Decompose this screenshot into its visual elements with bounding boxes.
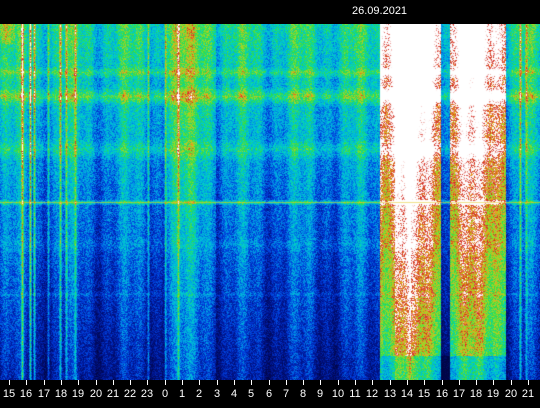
hour-label: 17 — [452, 388, 466, 400]
hour-label: 20 — [504, 388, 518, 400]
hour-tick — [511, 380, 512, 385]
hour-label: 6 — [265, 388, 273, 400]
hour-label: 22 — [123, 388, 137, 400]
hour-tick — [286, 380, 287, 385]
hour-tick — [234, 380, 235, 385]
hour-tick — [199, 380, 200, 385]
hour-label: 2 — [195, 388, 203, 400]
hour-label: 14 — [400, 388, 414, 400]
hour-tick — [9, 380, 10, 385]
hour-tick — [493, 380, 494, 385]
hour-tick — [407, 380, 408, 385]
hour-label: 17 — [37, 388, 51, 400]
hour-tick — [269, 380, 270, 385]
hour-label: 19 — [71, 388, 85, 400]
hour-tick — [44, 380, 45, 385]
hour-tick — [442, 380, 443, 385]
hour-label: 11 — [349, 388, 361, 400]
date-label: 26.09.2021 — [352, 5, 408, 17]
hour-label: 10 — [331, 388, 345, 400]
hour-label: 23 — [140, 388, 154, 400]
hour-tick — [338, 380, 339, 385]
hour-label: 20 — [89, 388, 103, 400]
hour-tick — [424, 380, 425, 385]
hour-tick — [165, 380, 166, 385]
hour-tick — [459, 380, 460, 385]
hour-tick — [182, 380, 183, 385]
hour-tick — [303, 380, 304, 385]
hour-tick — [320, 380, 321, 385]
hour-label: 4 — [230, 388, 238, 400]
hour-label: 7 — [282, 388, 290, 400]
hour-label: 18 — [469, 388, 483, 400]
hour-label: 0 — [161, 388, 169, 400]
time-axis: 15 16 17 18 19 20 21 22 23 0 1 2 3 4 5 6 7 8 9 10 11 12 13 14 15… — [0, 380, 540, 408]
spectrogram-plot — [0, 24, 540, 380]
hour-label: 12 — [365, 388, 379, 400]
hour-label: 3 — [213, 388, 221, 400]
hour-label: 5 — [247, 388, 255, 400]
hour-label: 9 — [316, 388, 324, 400]
hour-label: 13 — [383, 388, 397, 400]
date-header: 26.09.2021 — [0, 0, 540, 24]
hour-label: 18 — [54, 388, 68, 400]
hour-tick — [130, 380, 131, 385]
hour-tick — [372, 380, 373, 385]
hour-tick — [26, 380, 27, 385]
hour-tick — [355, 380, 356, 385]
hour-label: 1 — [178, 388, 186, 400]
hour-tick — [390, 380, 391, 385]
hour-tick — [96, 380, 97, 385]
hour-tick — [147, 380, 148, 385]
hour-tick — [476, 380, 477, 385]
hour-label: 16 — [435, 388, 449, 400]
hour-tick — [217, 380, 218, 385]
hour-tick — [113, 380, 114, 385]
hour-tick — [78, 380, 79, 385]
hour-tick — [528, 380, 529, 385]
hour-label: 15 — [2, 388, 16, 400]
hour-label: 21 — [521, 388, 535, 400]
hour-label: 21 — [106, 388, 120, 400]
hour-label: 15 — [417, 388, 431, 400]
hour-label: 16 — [19, 388, 33, 400]
spectrogram-window: 26.09.2021 15 16 17 18 19 20 21 22 23 0 1 2 3 4 5 6 7 8 9 1… — [0, 0, 540, 408]
hour-label: 19 — [486, 388, 500, 400]
hour-label: 8 — [299, 388, 307, 400]
hour-tick — [251, 380, 252, 385]
hour-tick — [61, 380, 62, 385]
